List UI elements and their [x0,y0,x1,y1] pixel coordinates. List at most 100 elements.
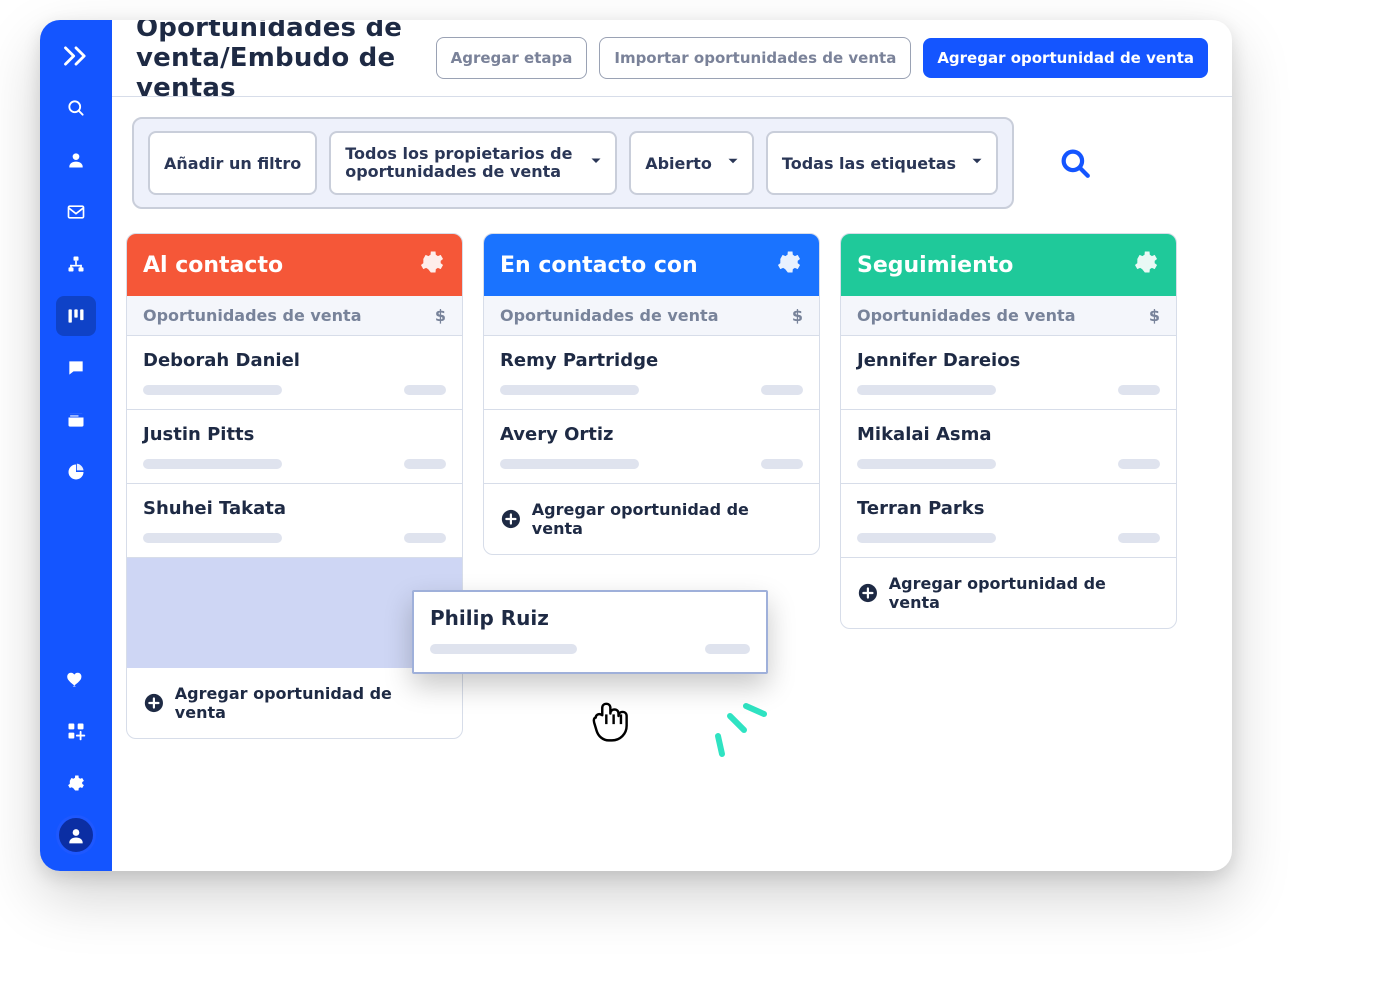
tags-filter[interactable]: Todas las etiquetas [766,131,998,195]
deal-card[interactable]: Justin Pitts [127,410,462,484]
deal-name: Justin Pitts [143,424,446,445]
deal-placeholder [143,385,446,395]
user-icon [66,825,86,845]
column-subheader: Oportunidades de venta $ [484,296,819,336]
add-deal-label: Agregar oportunidad de venta [175,684,446,722]
app-logo[interactable] [56,36,96,76]
column-title: Seguimiento [857,253,1013,278]
sitemap-icon [66,254,86,274]
dragging-deal-card[interactable]: Philip Ruiz [412,590,768,674]
page-title: Oportunidades de venta/Embudo de ventas [136,20,424,103]
column-subheader: Oportunidades de venta $ [127,296,462,336]
user-icon [66,150,86,170]
deal-name: Mikalai Asma [857,424,1160,445]
column-seguimiento: Seguimiento Oportunidades de venta $ Jen… [840,233,1177,629]
deal-card[interactable]: Shuhei Takata [127,484,462,558]
column-title: Al contacto [143,253,283,278]
deal-card[interactable]: Jennifer Dareios [841,336,1176,410]
nav-settings[interactable] [56,763,96,803]
column-sub-label: Oportunidades de venta [857,306,1076,325]
deal-name: Terran Parks [857,498,1160,519]
column-sub-currency: $ [792,306,803,325]
add-filter-label: Añadir un filtro [164,154,301,173]
deal-placeholder [500,385,803,395]
deal-placeholder [143,533,446,543]
add-deal-in-column[interactable]: Agregar oportunidad de venta [841,558,1176,628]
apps-add-icon [66,721,86,741]
chevrons-right-icon [62,42,90,70]
column-en-contacto: En contacto con Oportunidades de venta $… [483,233,820,555]
column-sub-label: Oportunidades de venta [500,306,719,325]
deal-name: Philip Ruiz [430,606,750,630]
topbar: Oportunidades de venta/Embudo de ventas … [112,20,1232,97]
heart-icon [66,669,86,689]
nav-automations[interactable] [56,244,96,284]
nav-reports[interactable] [56,452,96,492]
kanban-icon [66,306,86,326]
main: Oportunidades de venta/Embudo de ventas … [112,20,1232,871]
nav-site[interactable] [56,400,96,440]
deal-card[interactable]: Remy Partridge [484,336,819,410]
column-header: En contacto con [484,234,819,296]
column-settings-button[interactable] [775,248,803,282]
deal-card[interactable]: Terran Parks [841,484,1176,558]
nav-deals[interactable] [56,296,96,336]
deal-placeholder [857,533,1160,543]
window-icon [66,410,86,430]
pie-icon [66,462,86,482]
caret-down-icon [587,152,605,174]
caret-down-icon [724,152,742,174]
owner-filter-line2: oportunidades de venta [345,163,561,181]
deal-placeholder [500,459,803,469]
add-stage-button[interactable]: Agregar etapa [436,37,588,79]
deal-name: Jennifer Dareios [857,350,1160,371]
deal-placeholder [857,459,1160,469]
add-deal-button[interactable]: Agregar oportunidad de venta [923,38,1208,78]
filter-bar: Añadir un filtro Todos los propietarios … [132,117,1232,209]
add-deal-label: Agregar oportunidad de venta [532,500,803,538]
nav-conversations[interactable] [56,348,96,388]
search-box[interactable] [1034,117,1232,209]
filter-group: Añadir un filtro Todos los propietarios … [132,117,1014,209]
owner-filter[interactable]: Todos los propietarios de oportunidades … [329,131,617,195]
tags-filter-label: Todas las etiquetas [782,154,956,173]
column-header: Al contacto [127,234,462,296]
nav-search[interactable] [56,88,96,128]
deal-placeholder [143,459,446,469]
deal-card[interactable]: Avery Ortiz [484,410,819,484]
add-filter-button[interactable]: Añadir un filtro [148,131,317,195]
nav-apps[interactable] [56,711,96,751]
sparkle-accent-icon [702,700,772,764]
column-title: En contacto con [500,253,698,278]
column-sub-currency: $ [435,306,446,325]
import-deals-button[interactable]: Importar oportunidades de venta [599,37,911,79]
deal-name: Remy Partridge [500,350,803,371]
gear-icon [1132,248,1160,276]
caret-down-icon [968,152,986,174]
gear-icon [66,773,86,793]
add-deal-label: Agregar oportunidad de venta [889,574,1160,612]
status-filter[interactable]: Abierto [629,131,754,195]
deal-card[interactable]: Mikalai Asma [841,410,1176,484]
kanban-board: Al contacto Oportunidades de venta $ Deb… [106,209,1232,763]
column-settings-button[interactable] [1132,248,1160,282]
nav-campaigns[interactable] [56,192,96,232]
column-settings-button[interactable] [418,248,446,282]
deal-card[interactable]: Deborah Daniel [127,336,462,410]
plus-circle-icon [500,508,522,530]
deal-placeholder [857,385,1160,395]
owner-filter-line1: Todos los propietarios de [345,145,572,163]
plus-circle-icon [857,582,879,604]
add-deal-in-column[interactable]: Agregar oportunidad de venta [484,484,819,554]
search-icon [1058,146,1092,180]
nav-contacts[interactable] [56,140,96,180]
column-sub-currency: $ [1149,306,1160,325]
add-deal-in-column[interactable]: Agregar oportunidad de venta [127,668,462,738]
column-subheader: Oportunidades de venta $ [841,296,1176,336]
chat-icon [66,358,86,378]
user-avatar[interactable] [56,815,96,855]
plus-circle-icon [143,692,165,714]
grab-cursor-icon [586,690,638,746]
nav-favorites[interactable] [56,659,96,699]
app-window: Oportunidades de venta/Embudo de ventas … [40,20,1232,871]
